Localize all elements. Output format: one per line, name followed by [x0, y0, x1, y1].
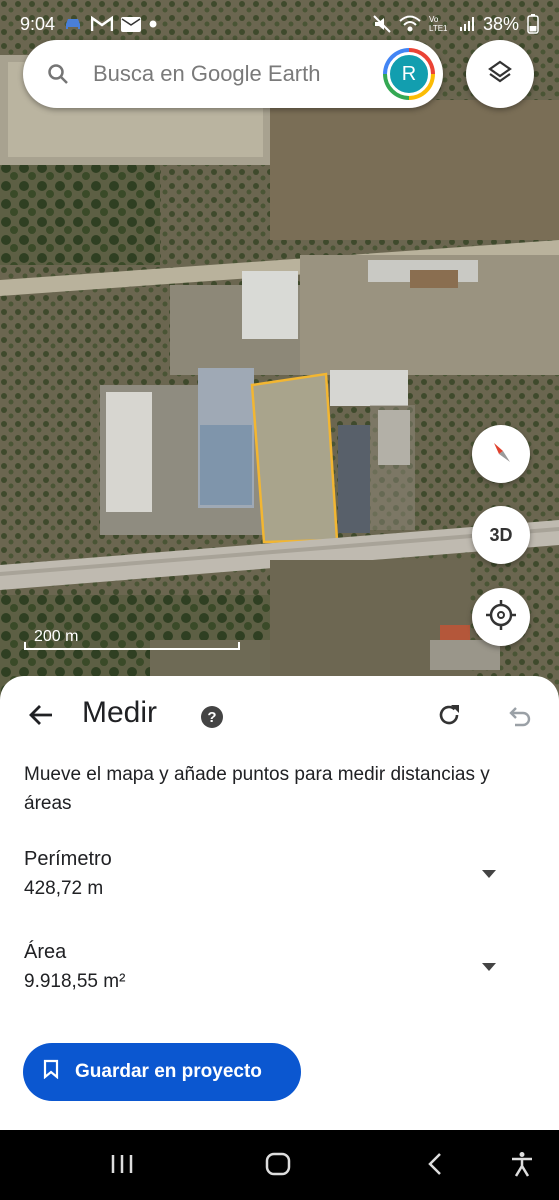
account-avatar-button[interactable]: R: [383, 48, 435, 100]
perimeter-label: Perímetro: [24, 848, 112, 870]
system-navigation-bar: [0, 1130, 559, 1200]
crosshair-icon: [485, 599, 517, 636]
redo-icon: [436, 702, 462, 733]
scale-line: [24, 642, 240, 650]
dot-icon: [149, 20, 157, 28]
recent-apps-button[interactable]: [107, 1152, 137, 1180]
home-icon: [265, 1152, 291, 1181]
system-back-button[interactable]: [420, 1152, 450, 1180]
perimeter-value: 428,72 m: [24, 878, 104, 899]
undo-icon: [506, 703, 532, 732]
avatar: R: [387, 52, 431, 96]
compass-icon: [486, 437, 516, 472]
page-title: Medir: [82, 696, 158, 729]
gmail-icon: [91, 16, 114, 32]
signal-icon: [459, 16, 475, 32]
bookmark-icon: [43, 1059, 59, 1085]
accessibility-button[interactable]: [507, 1151, 537, 1182]
area-value: 9.918,55 m²: [24, 971, 126, 992]
back-button[interactable]: [24, 700, 58, 734]
save-to-project-button[interactable]: Guardar en proyecto: [23, 1043, 301, 1101]
layers-icon: [487, 59, 513, 90]
measure-header: Medir ?: [0, 676, 559, 756]
car-icon: [63, 16, 83, 32]
search-input[interactable]: Busca en Google Earth: [93, 61, 383, 87]
battery-icon: [527, 14, 539, 34]
mail-icon: [121, 16, 142, 32]
redo-button[interactable]: [432, 700, 466, 734]
mute-icon: [373, 15, 391, 33]
save-button-label: Guardar en proyecto: [75, 1061, 262, 1082]
perimeter-unit-dropdown[interactable]: [476, 862, 502, 888]
accessibility-icon: [510, 1151, 534, 1182]
measure-panel: Medir ? Mueve el mapa y añade puntos par…: [0, 676, 559, 1130]
layers-button[interactable]: [466, 40, 534, 108]
area-unit-dropdown[interactable]: [476, 955, 502, 981]
search-bar[interactable]: Busca en Google Earth R: [23, 40, 443, 108]
scale-bar: 200 m: [24, 626, 240, 650]
network-label: Vo LTE1: [428, 15, 448, 33]
arrow-drop-down-icon: [481, 866, 497, 884]
area-label: Área: [24, 941, 67, 963]
compass-button[interactable]: [472, 425, 530, 483]
perimeter-row[interactable]: Perímetro 428,72 m: [0, 848, 559, 918]
arrow-back-icon: [28, 703, 54, 732]
search-icon: [47, 63, 69, 85]
my-location-button[interactable]: [472, 588, 530, 646]
undo-button[interactable]: [502, 700, 536, 734]
arrow-drop-down-icon: [481, 959, 497, 977]
3d-toggle-button[interactable]: 3D: [472, 506, 530, 564]
wifi-icon: [399, 15, 421, 33]
measure-instructions: Mueve el mapa y añade puntos para medir …: [24, 764, 490, 814]
help-icon[interactable]: ?: [201, 706, 223, 728]
area-row[interactable]: Área 9.918,55 m²: [0, 941, 559, 1011]
battery-level: 38%: [482, 13, 519, 34]
home-button[interactable]: [263, 1152, 293, 1180]
chevron-left-icon: [427, 1152, 443, 1181]
status-time: 9:04: [20, 13, 56, 34]
recent-apps-icon: [109, 1153, 135, 1180]
